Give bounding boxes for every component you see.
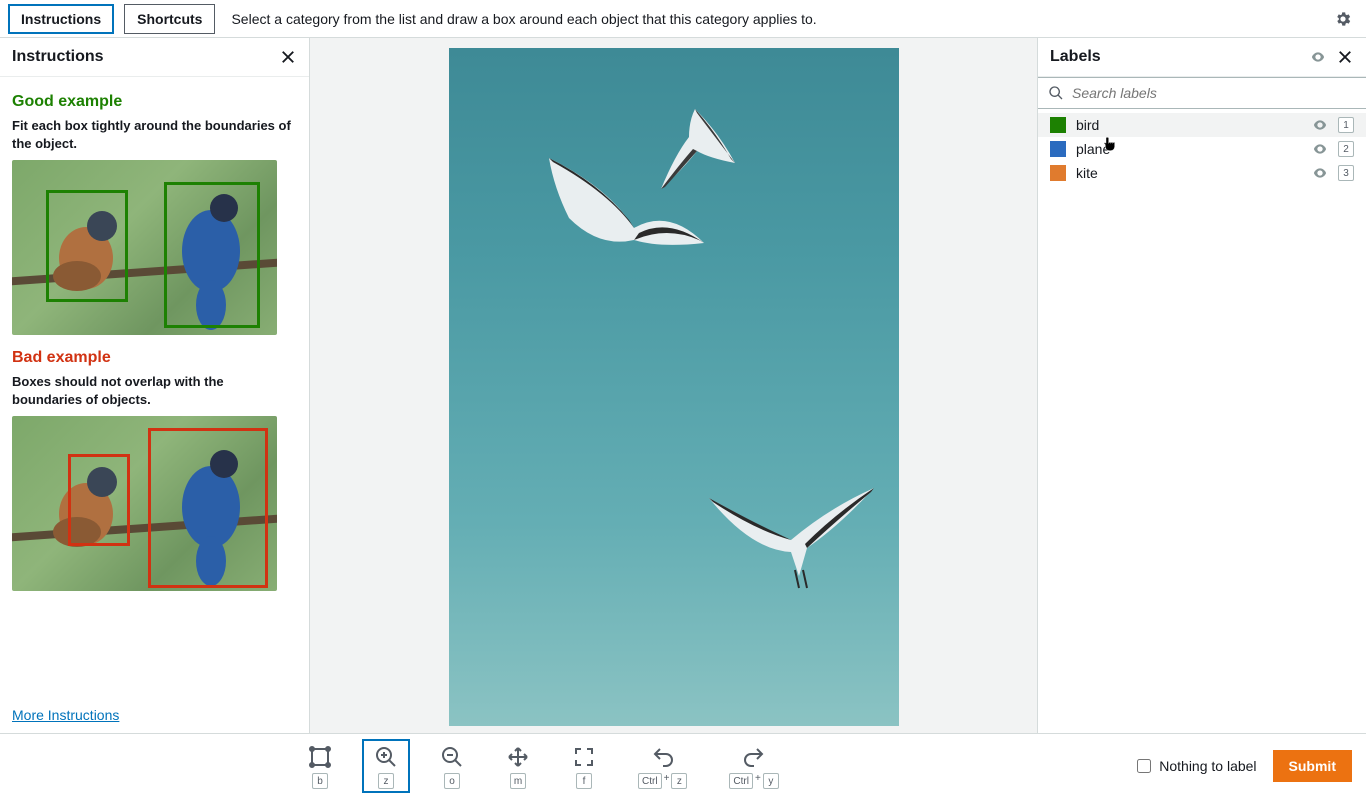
zoom-out-icon (440, 745, 464, 769)
label-name: bird (1076, 117, 1302, 133)
tool-shortcut: z (378, 773, 394, 789)
search-icon (1048, 85, 1064, 101)
bbox-bad-left (68, 454, 130, 546)
tool-undo[interactable]: Ctrl+z (626, 739, 699, 793)
bird-in-image (649, 103, 744, 198)
bottom-toolbar: b z o m f Ctrl+z Ctrl+y Nothing t (0, 733, 1366, 798)
nothing-to-label-checkbox[interactable]: Nothing to label (1137, 758, 1256, 774)
tool-shortcut: b (312, 773, 328, 789)
tool-box[interactable]: b (296, 739, 344, 793)
label-swatch (1050, 117, 1066, 133)
tool-zoom-out[interactable]: o (428, 739, 476, 793)
undo-icon (651, 745, 675, 769)
task-prompt-text: Select a category from the list and draw… (225, 11, 1324, 27)
more-instructions-link[interactable]: More Instructions (0, 697, 309, 733)
instructions-panel: Instructions Good example Fit each box t… (0, 38, 310, 733)
move-icon (506, 745, 530, 769)
bad-example-text: Boxes should not overlap with the bounda… (12, 373, 297, 408)
bounding-box-icon (308, 745, 332, 769)
zoom-in-icon (374, 745, 398, 769)
labels-panel-title: Labels (1050, 48, 1101, 66)
bbox-good-left (46, 190, 128, 302)
bad-example-heading: Bad example (12, 349, 297, 367)
label-name: kite (1076, 165, 1302, 181)
annotation-canvas-area[interactable] (310, 38, 1038, 733)
labels-search-input[interactable] (1072, 85, 1356, 101)
label-shortcut-key: 1 (1338, 117, 1354, 133)
labels-panel: Labels bird 1 plane 2 (1038, 38, 1366, 733)
label-visibility-icon[interactable] (1312, 117, 1328, 133)
labels-search-row (1038, 77, 1366, 109)
instructions-panel-title: Instructions (12, 48, 104, 66)
submit-button[interactable]: Submit (1273, 750, 1352, 782)
bird-in-image (699, 458, 879, 598)
label-swatch (1050, 165, 1066, 181)
shortcuts-tab-button[interactable]: Shortcuts (124, 4, 215, 34)
top-bar: Instructions Shortcuts Select a category… (0, 0, 1366, 38)
close-labels-icon[interactable] (1336, 48, 1354, 66)
nothing-to-label-input[interactable] (1137, 759, 1151, 773)
fit-screen-icon (572, 745, 596, 769)
tool-shortcut: m (510, 773, 526, 789)
tool-shortcut: Ctrl+z (638, 773, 687, 789)
tool-pan[interactable]: m (494, 739, 542, 793)
tool-shortcut: f (576, 773, 592, 789)
label-shortcut-key: 3 (1338, 165, 1354, 181)
close-instructions-icon[interactable] (279, 48, 297, 66)
label-row-plane[interactable]: plane 2 (1038, 137, 1366, 161)
nothing-to-label-text: Nothing to label (1159, 758, 1256, 774)
redo-icon (742, 745, 766, 769)
tool-fit[interactable]: f (560, 739, 608, 793)
good-example-text: Fit each box tightly around the boundari… (12, 117, 297, 152)
label-swatch (1050, 141, 1066, 157)
instructions-tab-button[interactable]: Instructions (8, 4, 114, 34)
label-visibility-icon[interactable] (1312, 141, 1328, 157)
toggle-visibility-all-icon[interactable] (1310, 49, 1326, 65)
tool-shortcut: o (444, 773, 460, 789)
bbox-good-right (164, 182, 260, 328)
bad-example-image (12, 416, 277, 591)
labels-list: bird 1 plane 2 kite 3 (1038, 109, 1366, 189)
bbox-bad-right (148, 428, 268, 588)
tool-shortcut: Ctrl+y (729, 773, 778, 789)
label-shortcut-key: 2 (1338, 141, 1354, 157)
settings-gear-icon[interactable] (1334, 10, 1352, 28)
tool-zoom-in[interactable]: z (362, 739, 410, 793)
good-example-heading: Good example (12, 93, 297, 111)
label-visibility-icon[interactable] (1312, 165, 1328, 181)
label-row-bird[interactable]: bird 1 (1038, 113, 1366, 137)
good-example-image (12, 160, 277, 335)
label-name: plane (1076, 141, 1302, 157)
tool-redo[interactable]: Ctrl+y (717, 739, 790, 793)
label-row-kite[interactable]: kite 3 (1038, 161, 1366, 185)
task-image[interactable] (449, 48, 899, 726)
